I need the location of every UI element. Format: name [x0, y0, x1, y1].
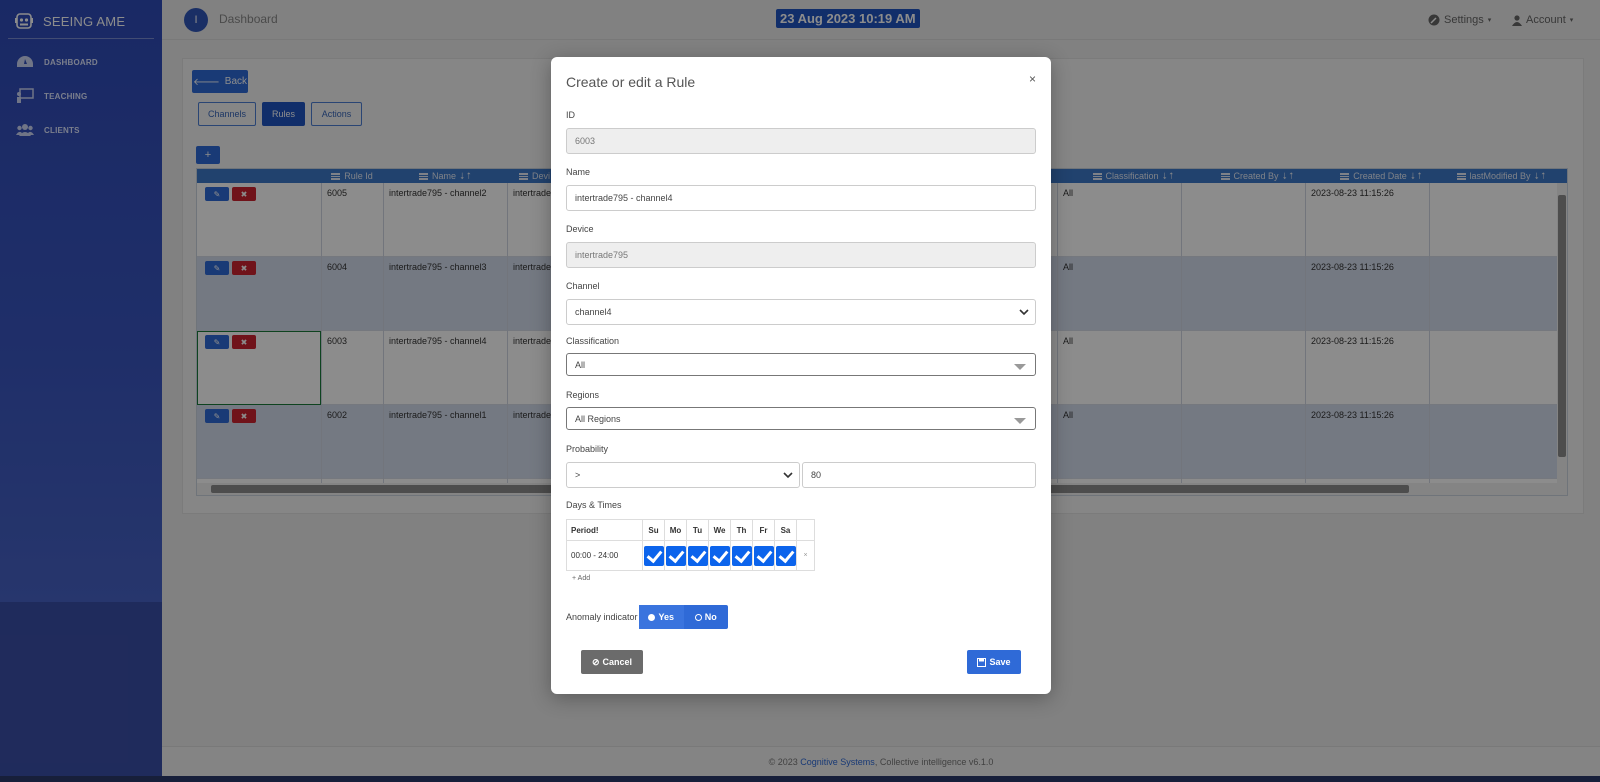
modal-title: Create or edit a Rule — [566, 74, 696, 90]
days-times-label: Days & Times — [566, 500, 622, 510]
remove-column-header — [796, 519, 815, 541]
day-checkbox-we[interactable] — [708, 540, 731, 571]
regions-select[interactable]: All Regions — [566, 407, 1036, 430]
channel-value: channel4 — [575, 307, 612, 317]
name-label: Name — [566, 167, 591, 177]
rule-editor-modal: Create or edit a Rule × ID 6003 Name int… — [551, 57, 1051, 694]
channel-label: Channel — [566, 281, 600, 291]
day-checkbox-mo[interactable] — [664, 540, 687, 571]
checkmark-icon — [775, 545, 796, 566]
day-checkbox-tu[interactable] — [686, 540, 709, 571]
probability-value-input[interactable]: 80 — [802, 462, 1036, 488]
day-header-th: Th — [730, 519, 753, 541]
channel-select[interactable]: channel4 — [566, 299, 1036, 325]
radio-selected-icon — [648, 613, 656, 621]
day-checkbox-th[interactable] — [730, 540, 753, 571]
day-header-mo: Mo — [664, 519, 687, 541]
day-header-sa: Sa — [774, 519, 797, 541]
day-header-su: Su — [642, 519, 665, 541]
checkmark-icon — [687, 545, 708, 566]
anomaly-yes-option[interactable]: Yes — [639, 605, 684, 629]
cancel-label: Cancel — [602, 657, 633, 667]
period-value[interactable]: 00:00 - 24:00 — [566, 540, 643, 571]
dropdown-triangle-icon — [1014, 418, 1026, 424]
id-field: 6003 — [566, 128, 1036, 154]
probability-operator-select[interactable]: > — [566, 462, 800, 488]
dropdown-triangle-icon — [1014, 364, 1026, 370]
checkmark-icon — [643, 545, 664, 566]
regions-value: All Regions — [575, 413, 621, 424]
classification-value: All — [575, 359, 586, 370]
anomaly-no-label: No — [704, 612, 717, 622]
checkmark-icon — [665, 545, 686, 566]
device-field: intertrade795 — [566, 242, 1036, 268]
chevron-down-icon — [1019, 309, 1029, 316]
save-icon — [977, 657, 987, 667]
save-button[interactable]: Save — [967, 650, 1021, 674]
days-times-table: Period! Su Mo Tu We Th Fr Sa 00:00 - 24:… — [566, 519, 815, 571]
chevron-down-icon — [783, 472, 793, 479]
checkmark-icon — [731, 545, 752, 566]
day-header-we: We — [708, 519, 731, 541]
cancel-button[interactable]: ⊘ Cancel — [581, 650, 643, 674]
close-icon[interactable]: × — [1029, 72, 1036, 86]
probability-label: Probability — [566, 444, 609, 454]
save-label: Save — [989, 657, 1011, 667]
anomaly-yes-label: Yes — [658, 612, 675, 622]
checkmark-icon — [753, 545, 774, 566]
ban-icon: ⊘ — [591, 656, 600, 667]
day-header-fr: Fr — [752, 519, 775, 541]
name-field[interactable]: intertrade795 - channel4 — [566, 185, 1036, 211]
day-checkbox-su[interactable] — [642, 540, 665, 571]
id-label: ID — [566, 110, 575, 120]
day-checkbox-sa[interactable] — [774, 540, 797, 571]
classification-label: Classification — [566, 336, 620, 346]
probability-operator-value: > — [575, 470, 581, 480]
anomaly-indicator-toggle: Yes No — [639, 605, 728, 629]
anomaly-indicator-label: Anomaly indicator — [566, 612, 638, 622]
remove-period-icon[interactable]: × — [796, 540, 815, 571]
day-checkbox-fr[interactable] — [752, 540, 775, 571]
checkmark-icon — [709, 545, 730, 566]
period-header: Period! — [566, 519, 643, 541]
day-header-tu: Tu — [686, 519, 709, 541]
regions-label: Regions — [566, 390, 600, 400]
radio-unselected-icon — [694, 613, 702, 621]
anomaly-no-option[interactable]: No — [684, 605, 729, 629]
device-label: Device — [566, 224, 594, 234]
classification-select[interactable]: All — [566, 353, 1036, 376]
add-period-link[interactable]: + Add — [572, 575, 590, 582]
